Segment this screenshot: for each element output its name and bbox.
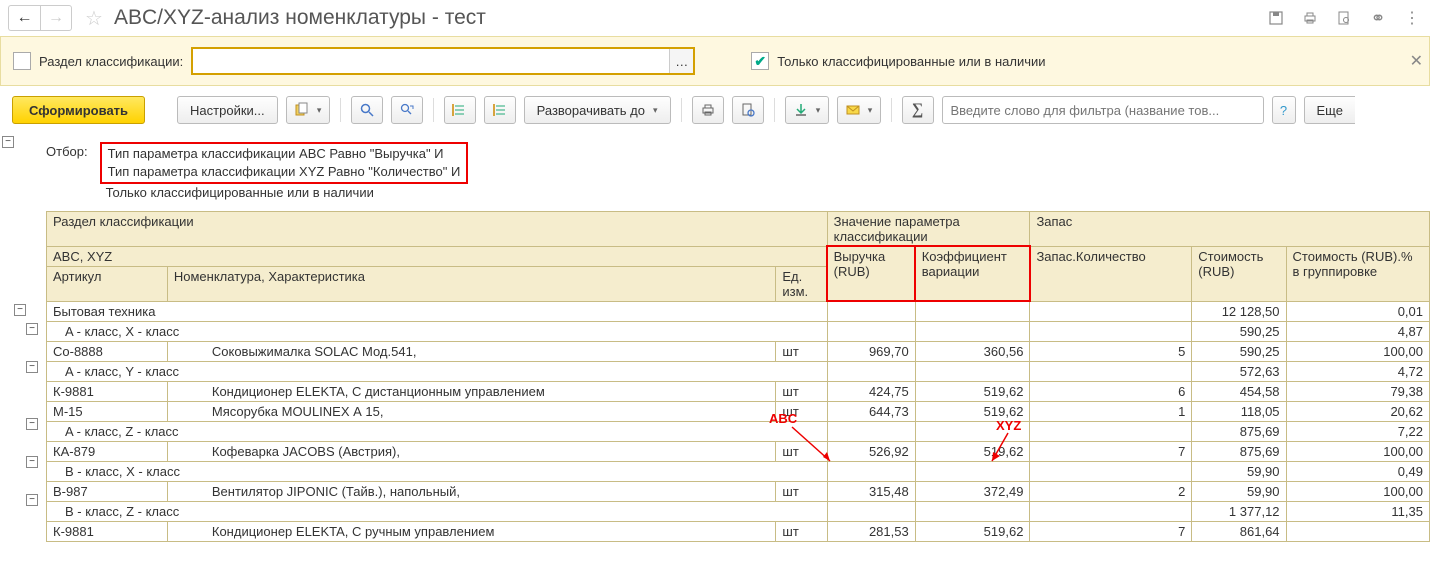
tree-toggle[interactable]: − (26, 494, 38, 506)
section-label: Раздел классификации: (39, 54, 183, 69)
filter-search-input[interactable] (942, 96, 1264, 124)
header-cost: Стоимость (RUB) (1192, 246, 1286, 301)
expand-to-button[interactable]: Разворачивать до▾ (524, 96, 671, 124)
table-row-item[interactable]: В-987Вентилятор JIPONIC (Тайв.), напольн… (47, 481, 1430, 501)
section-checkbox[interactable] (13, 52, 31, 70)
sum-button[interactable]: ∑ (902, 96, 934, 124)
table-row-group[interactable]: B - класс, Z - класс1 377,1211,35 (47, 501, 1430, 521)
table-row-group[interactable]: A - класс, Y - класс572,634,72 (47, 361, 1430, 381)
report-table: Раздел классификации Значение параметра … (46, 211, 1430, 542)
table-row-item[interactable]: КА-879Кофеварка JACOBS (Австрия),шт526,9… (47, 441, 1430, 461)
table-row-item[interactable]: К-9881Кондиционер ELEKTA, С ручным управ… (47, 521, 1430, 541)
find-next-button[interactable] (391, 96, 423, 124)
table-row-item[interactable]: К-9881Кондиционер ELEKTA, С дистанционны… (47, 381, 1430, 401)
tree-toggle[interactable]: − (26, 456, 38, 468)
more-menu-icon[interactable]: ⋮ (1402, 8, 1422, 28)
filter-line-2: Тип параметра классификации XYZ Равно "К… (108, 163, 461, 181)
header-abc-xyz: ABC, XYZ (47, 246, 828, 266)
print-button[interactable] (692, 96, 724, 124)
tree-toggle[interactable]: − (26, 323, 38, 335)
send-button[interactable] (837, 96, 881, 124)
favorite-star-icon[interactable]: ☆ (80, 4, 108, 32)
table-row-group[interactable]: B - класс, X - класс59,900,49 (47, 461, 1430, 481)
forward-button[interactable]: → (40, 5, 72, 31)
section-combo[interactable]: … (191, 47, 695, 75)
filter-bar: Раздел классификации: … Только классифиц… (0, 36, 1430, 86)
expand-to-label: Разворачивать до (537, 103, 645, 118)
collapse-all-button[interactable] (484, 96, 516, 124)
report-area: − Отбор: Тип параметра классификации ABC… (0, 134, 1430, 542)
tree-collapse-root[interactable]: − (2, 136, 14, 148)
header-param-value: Значение параметра классификации (827, 211, 1030, 246)
filter-line-3: Только классифицированные или в наличии (100, 184, 469, 202)
variants-button[interactable] (286, 96, 330, 124)
help-button[interactable]: ? (1272, 96, 1296, 124)
print-icon[interactable] (1300, 8, 1320, 28)
header-nomenclature: Номенклатура, Характеристика (167, 266, 776, 301)
section-select-button[interactable]: … (669, 49, 693, 73)
filter-highlight-box: Тип параметра классификации ABC Равно "В… (100, 142, 469, 184)
header-stock: Запас (1030, 211, 1430, 246)
table-row-group[interactable]: Бытовая техника12 128,500,01 (47, 301, 1430, 321)
header-cost-pct: Стоимость (RUB).% в группировке (1286, 246, 1429, 301)
section-input[interactable] (193, 49, 669, 73)
filter-line-1: Тип параметра классификации ABC Равно "В… (108, 145, 461, 163)
expand-all-button[interactable] (444, 96, 476, 124)
tree-toggle[interactable]: − (26, 361, 38, 373)
preview-icon[interactable] (1334, 8, 1354, 28)
title-bar: ← → ☆ ABC/XYZ-анализ номенклатуры - тест… (0, 0, 1430, 36)
table-row-group[interactable]: A - класс, Z - класс875,697,22 (47, 421, 1430, 441)
toolbar: Сформировать Настройки... Разворачивать … (0, 86, 1430, 134)
tree-toggle[interactable]: − (26, 418, 38, 430)
header-article: Артикул (47, 266, 168, 301)
table-row-item[interactable]: Со-8888Соковыжималка SOLAC Мод.541,шт969… (47, 341, 1430, 361)
table-row-item[interactable]: М-15Мясорубка MOULINEX А 15,шт644,73519,… (47, 401, 1430, 421)
generate-button[interactable]: Сформировать (12, 96, 145, 124)
filter-info-label: Отбор: (46, 142, 88, 203)
link-icon[interactable]: ⚭ (1368, 8, 1388, 28)
print-preview-button[interactable] (732, 96, 764, 124)
page-title: ABC/XYZ-анализ номенклатуры - тест (114, 6, 1266, 30)
header-revenue: Выручка (RUB) (827, 246, 915, 301)
header-variation: Коэффициент вариации (915, 246, 1030, 301)
find-button[interactable] (351, 96, 383, 124)
tree-toggle[interactable]: − (14, 304, 26, 316)
only-classified-label: Только классифицированные или в наличии (777, 54, 1045, 69)
back-button[interactable]: ← (8, 5, 40, 31)
more-button[interactable]: Еще (1304, 96, 1355, 124)
table-row-group[interactable]: A - класс, X - класс590,254,87 (47, 321, 1430, 341)
filter-info: Отбор: Тип параметра классификации ABC Р… (0, 134, 1430, 211)
close-filter-icon[interactable]: ✕ (1410, 51, 1423, 71)
save-as-button[interactable] (785, 96, 829, 124)
header-section: Раздел классификации (47, 211, 828, 246)
settings-button[interactable]: Настройки... (177, 96, 278, 124)
save-icon[interactable] (1266, 8, 1286, 28)
header-unit: Ед. изм. (776, 266, 827, 301)
only-classified-checkbox[interactable] (751, 52, 769, 70)
header-stock-qty: Запас.Количество (1030, 246, 1192, 301)
